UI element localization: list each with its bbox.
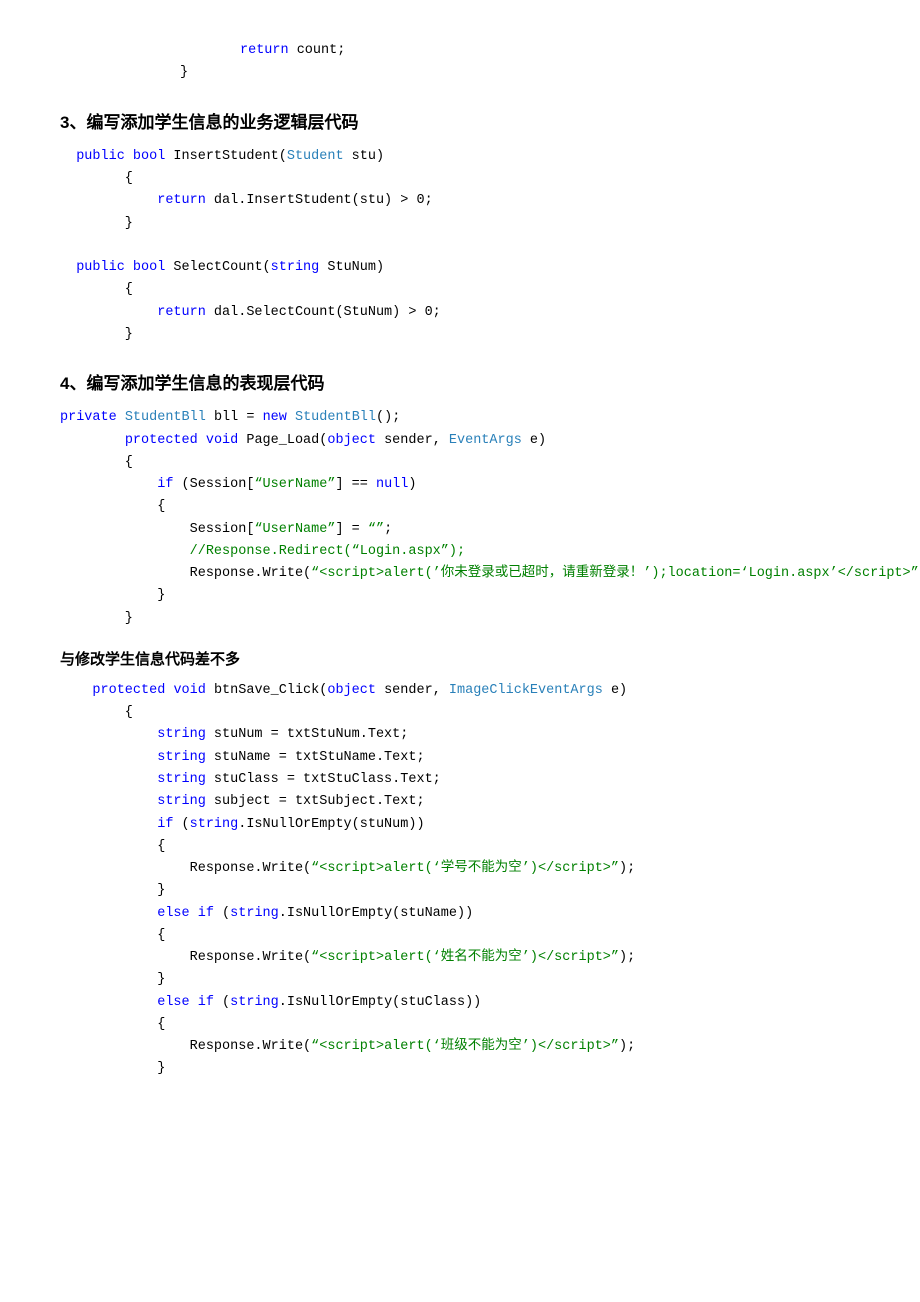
save-code-block: protected void btnSave_Click(object send… bbox=[60, 680, 860, 1081]
code-line: protected void btnSave_Click(object send… bbox=[60, 680, 860, 702]
code-line: string stuNum = txtStuNum.Text; bbox=[60, 724, 860, 746]
code-line: { bbox=[60, 168, 860, 190]
code-line: string subject = txtSubject.Text; bbox=[60, 791, 860, 813]
code-line: return dal.SelectCount(StuNum) > 0; bbox=[60, 302, 860, 324]
code-line: //Response.Redirect(“Login.aspx”); bbox=[60, 541, 860, 563]
code-line: } bbox=[60, 62, 860, 84]
code-line: string stuClass = txtStuClass.Text; bbox=[60, 769, 860, 791]
code-line: } bbox=[60, 880, 860, 902]
code-line: Response.Write(“<script>alert(‘学号不能为空’)<… bbox=[60, 858, 860, 880]
code-line: private StudentBll bll = new StudentBll(… bbox=[60, 407, 860, 429]
section4-code-block: private StudentBll bll = new StudentBll(… bbox=[60, 407, 860, 630]
code-line: else if (string.IsNullOrEmpty(stuClass)) bbox=[60, 992, 860, 1014]
code-line: { bbox=[60, 836, 860, 858]
code-line bbox=[60, 235, 860, 257]
code-line: return dal.InsertStudent(stu) > 0; bbox=[60, 190, 860, 212]
code-line: } bbox=[60, 324, 860, 346]
code-line: if (string.IsNullOrEmpty(stuNum)) bbox=[60, 814, 860, 836]
code-line: Response.Write(“<script>alert(‘班级不能为空’)<… bbox=[60, 1036, 860, 1058]
code-line: } bbox=[60, 969, 860, 991]
code-line: { bbox=[60, 496, 860, 518]
code-line: Session[“UserName”] = “”; bbox=[60, 519, 860, 541]
code-line: if (Session[“UserName”] == null) bbox=[60, 474, 860, 496]
code-line: Response.Write(“<script>alert(’你未登录或已超时，… bbox=[60, 563, 860, 585]
note-text: 与修改学生信息代码差不多 bbox=[60, 648, 860, 672]
code-line: { bbox=[60, 279, 860, 301]
code-line: } bbox=[60, 608, 860, 630]
code-line: } bbox=[60, 1058, 860, 1080]
code-line: } bbox=[60, 213, 860, 235]
section3-heading: 3、编写添加学生信息的业务逻辑层代码 bbox=[60, 109, 860, 136]
code-line: public bool InsertStudent(Student stu) bbox=[60, 146, 860, 168]
page-content: return count; } 3、编写添加学生信息的业务逻辑层代码 publi… bbox=[60, 40, 860, 1081]
code-line: Response.Write(“<script>alert(‘姓名不能为空’)<… bbox=[60, 947, 860, 969]
code-line: { bbox=[60, 702, 860, 724]
code-line: protected void Page_Load(object sender, … bbox=[60, 430, 860, 452]
code-line: { bbox=[60, 925, 860, 947]
top-code-block: return count; } bbox=[60, 40, 860, 85]
code-line: { bbox=[60, 452, 860, 474]
code-line: { bbox=[60, 1014, 860, 1036]
code-line: else if (string.IsNullOrEmpty(stuName)) bbox=[60, 903, 860, 925]
section3-code-block: public bool InsertStudent(Student stu) {… bbox=[60, 146, 860, 346]
code-line: public bool SelectCount(string StuNum) bbox=[60, 257, 860, 279]
code-line: string stuName = txtStuName.Text; bbox=[60, 747, 860, 769]
section4-heading: 4、编写添加学生信息的表现层代码 bbox=[60, 370, 860, 397]
code-line: } bbox=[60, 585, 860, 607]
code-line: return count; bbox=[60, 40, 860, 62]
